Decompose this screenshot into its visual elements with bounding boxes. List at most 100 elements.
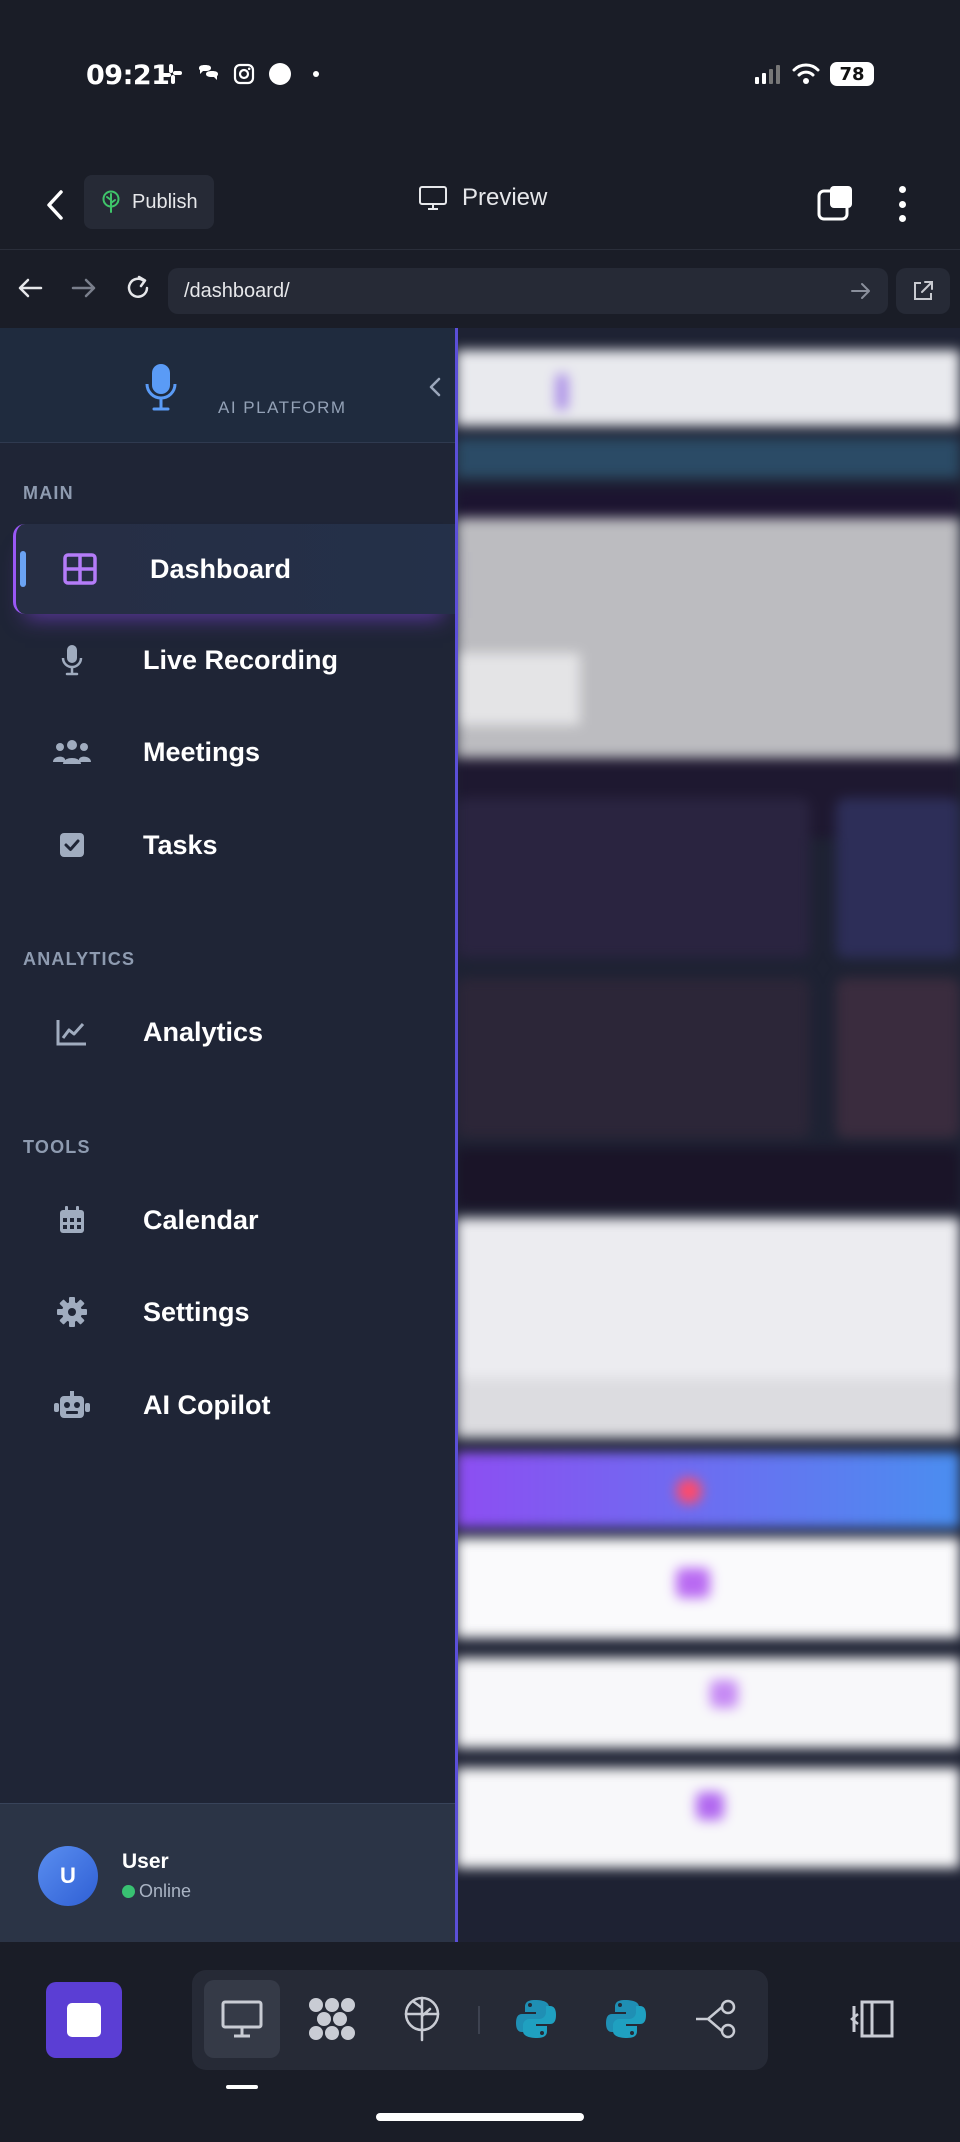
user-name: User xyxy=(122,1850,169,1873)
sidebar-item-label: Analytics xyxy=(143,1016,264,1047)
sidebar-item-calendar[interactable]: Calendar xyxy=(0,1176,455,1264)
dot xyxy=(898,186,906,193)
toolbar-divider xyxy=(478,2006,480,2034)
sidebar-item-label: Tasks xyxy=(143,829,218,860)
browser-url-bar: /dashboard/ xyxy=(0,252,960,328)
nodes-icon xyxy=(309,1998,355,2040)
stop-button[interactable] xyxy=(46,1982,122,2058)
monitor-icon xyxy=(419,186,447,210)
publish-label: Publish xyxy=(132,190,198,213)
user-profile[interactable]: U User Online xyxy=(0,1803,455,1942)
chevron-left-icon xyxy=(429,377,441,397)
workflow-tool[interactable] xyxy=(294,1980,370,2058)
section-title-main: MAIN xyxy=(23,483,74,503)
microphone-icon xyxy=(52,640,92,680)
online-status-dot xyxy=(122,1885,135,1898)
user-status-label: Online xyxy=(139,1881,192,1901)
sidebar-item-live-recording[interactable]: Live Recording xyxy=(0,616,455,704)
sidebar-item-settings[interactable]: Settings xyxy=(0,1268,455,1356)
tabs-button[interactable] xyxy=(816,184,856,224)
sidebar-item-label: Meetings xyxy=(143,736,261,767)
dot xyxy=(898,200,906,208)
calendar-icon xyxy=(52,1200,92,1240)
url-input[interactable]: /dashboard/ xyxy=(168,268,888,314)
sidebar-item-label: Settings xyxy=(143,1296,250,1327)
open-external-button[interactable] xyxy=(896,268,950,314)
more-options-button[interactable] xyxy=(888,182,916,226)
arrow-left-icon xyxy=(18,278,43,298)
python-tool-1[interactable] xyxy=(498,1980,574,2058)
section-title-analytics: ANALYTICS xyxy=(23,949,136,969)
notification-icons xyxy=(160,62,328,86)
microphone-logo-icon xyxy=(145,364,177,411)
sidebar: AI PLATFORM MAIN Dashboard Live Recordin… xyxy=(0,328,458,1942)
split-view-button[interactable] xyxy=(848,1998,898,2040)
dot xyxy=(898,215,906,222)
preview-label: Preview xyxy=(462,184,548,211)
sidebar-item-tasks[interactable]: Tasks xyxy=(0,801,455,889)
sidebar-header: AI PLATFORM xyxy=(0,328,455,443)
system-icons: 78 xyxy=(754,62,874,86)
battery-indicator: 78 xyxy=(830,62,874,86)
tool-group xyxy=(192,1970,768,2070)
python-tool-2[interactable] xyxy=(588,1980,664,2058)
robot-icon xyxy=(52,1385,92,1425)
external-link-icon xyxy=(914,281,933,300)
reload-icon xyxy=(127,275,149,298)
active-tool-underline xyxy=(226,2085,258,2089)
preview-toggle[interactable]: Preview xyxy=(418,184,547,212)
collapse-sidebar-button[interactable] xyxy=(424,374,446,400)
chat-bubbles-icon xyxy=(199,65,218,80)
deploy-tool[interactable] xyxy=(384,1980,460,2058)
status-bar: 09:21 78 xyxy=(0,0,960,150)
sidebar-item-dashboard[interactable]: Dashboard xyxy=(13,524,455,614)
section-title-tools: TOOLS xyxy=(23,1137,91,1157)
home-indicator[interactable] xyxy=(376,2113,584,2121)
desktop-preview-tool[interactable] xyxy=(204,1980,280,2058)
monitor-icon xyxy=(221,2000,263,2038)
active-indicator xyxy=(20,551,26,587)
sidebar-item-label: Live Recording xyxy=(143,644,339,675)
tabs-icon xyxy=(817,186,852,221)
blurred-dashboard-background xyxy=(456,328,960,1942)
sidebar-item-label: AI Copilot xyxy=(143,1389,271,1420)
browser-back-button[interactable] xyxy=(10,268,50,308)
python-icon xyxy=(606,2000,646,2038)
reload-button[interactable] xyxy=(118,268,158,308)
checkbox-icon xyxy=(52,825,92,865)
slack-icon xyxy=(162,64,182,84)
users-icon xyxy=(52,732,92,772)
publish-button[interactable]: Publish xyxy=(84,175,214,229)
publish-tree-icon xyxy=(102,190,120,213)
url-text: /dashboard/ xyxy=(184,279,290,302)
status-time: 09:21 xyxy=(86,60,170,91)
bottom-toolbar xyxy=(0,1942,960,2142)
branch-tool[interactable] xyxy=(678,1980,754,2058)
deploy-globe-icon xyxy=(404,1996,440,2042)
circle-app-icon xyxy=(269,63,291,85)
sidebar-item-analytics[interactable]: Analytics xyxy=(0,988,455,1076)
sidebar-item-ai-copilot[interactable]: AI Copilot xyxy=(0,1361,455,1449)
wifi-icon xyxy=(792,63,820,84)
brand-name: AI PLATFORM xyxy=(218,398,347,417)
more-notifications-icon xyxy=(313,71,319,77)
branch-icon xyxy=(696,1999,736,2039)
sidebar-item-label: Dashboard xyxy=(150,553,292,584)
chevron-left-icon xyxy=(47,190,63,220)
line-chart-icon xyxy=(52,1012,92,1052)
browser-forward-button[interactable] xyxy=(64,268,104,308)
dashboard-grid-icon xyxy=(60,549,100,589)
sidebar-item-label: Calendar xyxy=(143,1204,259,1235)
preview-viewport: AI PLATFORM MAIN Dashboard Live Recordin… xyxy=(0,328,960,1942)
sidebar-item-meetings[interactable]: Meetings xyxy=(0,708,455,796)
gear-icon xyxy=(52,1292,92,1332)
go-arrow-icon[interactable] xyxy=(850,282,872,300)
app-top-bar: Publish Preview xyxy=(0,160,960,250)
back-button[interactable] xyxy=(38,182,72,228)
python-icon xyxy=(516,2000,556,2038)
avatar[interactable]: U xyxy=(38,1846,98,1906)
split-view-icon xyxy=(850,2000,894,2038)
stop-icon xyxy=(67,2003,101,2037)
arrow-right-icon xyxy=(71,278,96,298)
instagram-icon xyxy=(233,63,255,85)
